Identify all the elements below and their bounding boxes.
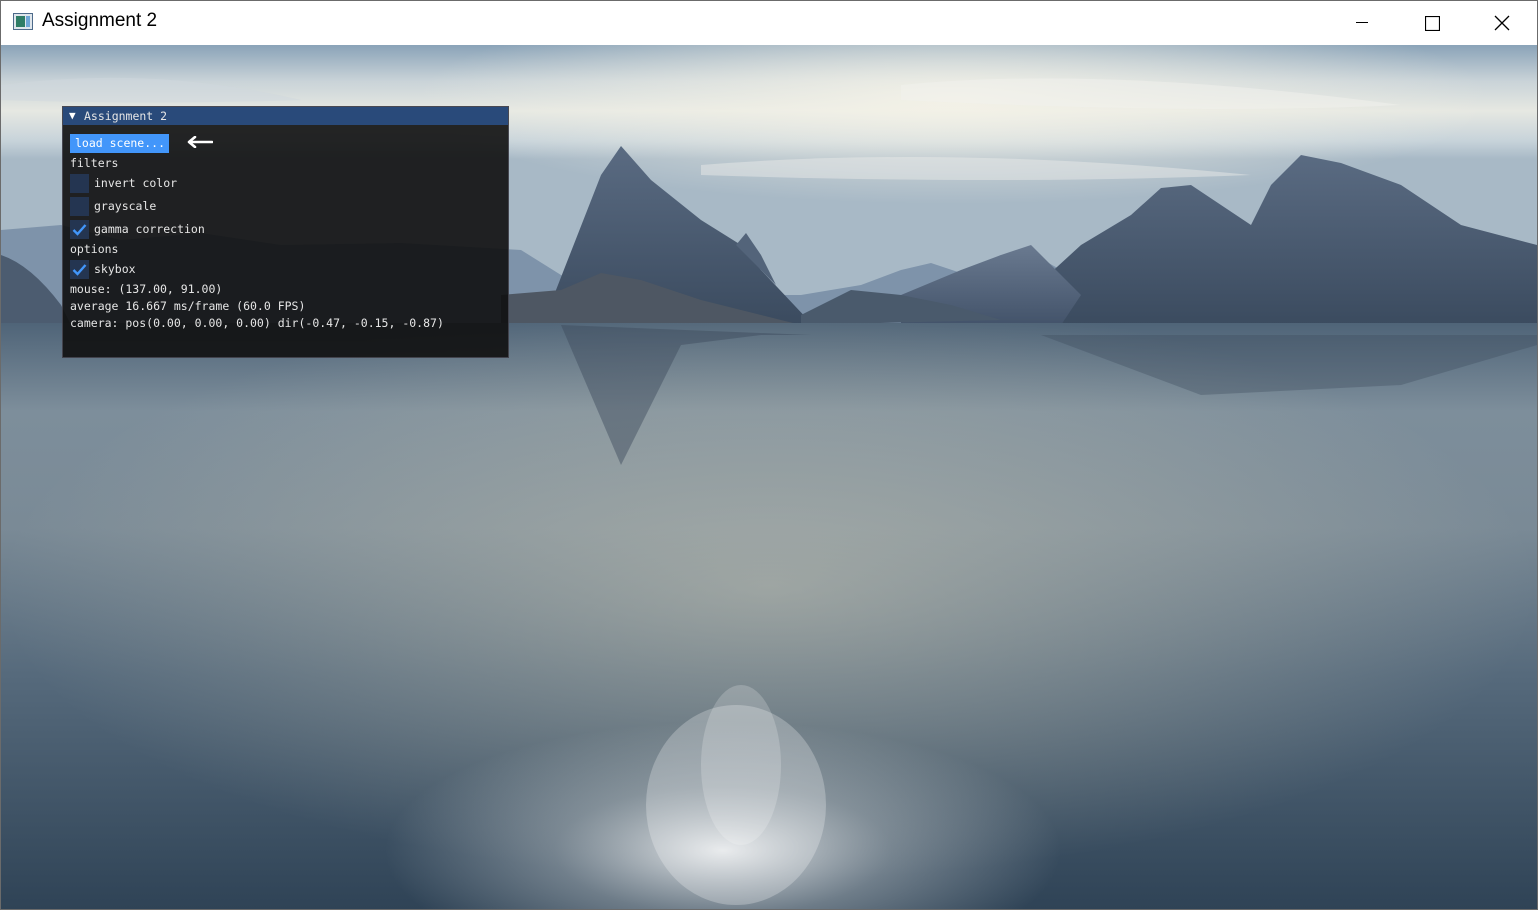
maximize-button[interactable] <box>1397 1 1467 45</box>
window-title: Assignment 2 <box>42 10 158 31</box>
options-heading: options <box>70 242 119 256</box>
maximize-icon <box>1424 15 1440 31</box>
render-viewport[interactable]: ▼ Assignment 2 load scene... filters inv… <box>1 45 1537 909</box>
imgui-panel[interactable]: ▼ Assignment 2 load scene... filters inv… <box>62 106 509 358</box>
mouse-readout: mouse: (137.00, 91.00) <box>70 282 223 296</box>
panel-title: Assignment 2 <box>84 109 168 123</box>
checkbox-label: skybox <box>94 262 136 276</box>
app-window: Assignment 2 ▼ Assignment 2 load scene..… <box>0 0 1538 910</box>
checkbox-label: grayscale <box>94 199 157 213</box>
title-bar[interactable]: Assignment 2 <box>1 1 1537 45</box>
triangle-down-icon[interactable]: ▼ <box>69 109 76 122</box>
minimize-icon <box>1356 22 1368 23</box>
camera-readout: camera: pos(0.00, 0.00, 0.00) dir(-0.47,… <box>70 316 444 330</box>
checkbox-box[interactable] <box>70 260 89 279</box>
arrow-left-icon <box>187 136 213 148</box>
checkbox-box[interactable] <box>70 174 89 193</box>
checkmark-icon <box>72 224 87 236</box>
fps-readout: average 16.667 ms/frame (60.0 FPS) <box>70 299 306 313</box>
checkmark-icon <box>72 264 87 276</box>
app-icon <box>13 13 33 30</box>
checkbox-box[interactable] <box>70 220 89 239</box>
filters-heading: filters <box>70 156 119 170</box>
close-icon <box>1494 15 1510 31</box>
checkbox-label: invert color <box>94 176 178 190</box>
checkbox-label: gamma correction <box>94 222 205 236</box>
panel-title-bar[interactable]: ▼ Assignment 2 <box>63 107 508 125</box>
load-scene-button[interactable]: load scene... <box>70 134 169 153</box>
minimize-button[interactable] <box>1327 1 1397 45</box>
checkbox-box[interactable] <box>70 197 89 216</box>
close-button[interactable] <box>1467 1 1537 45</box>
